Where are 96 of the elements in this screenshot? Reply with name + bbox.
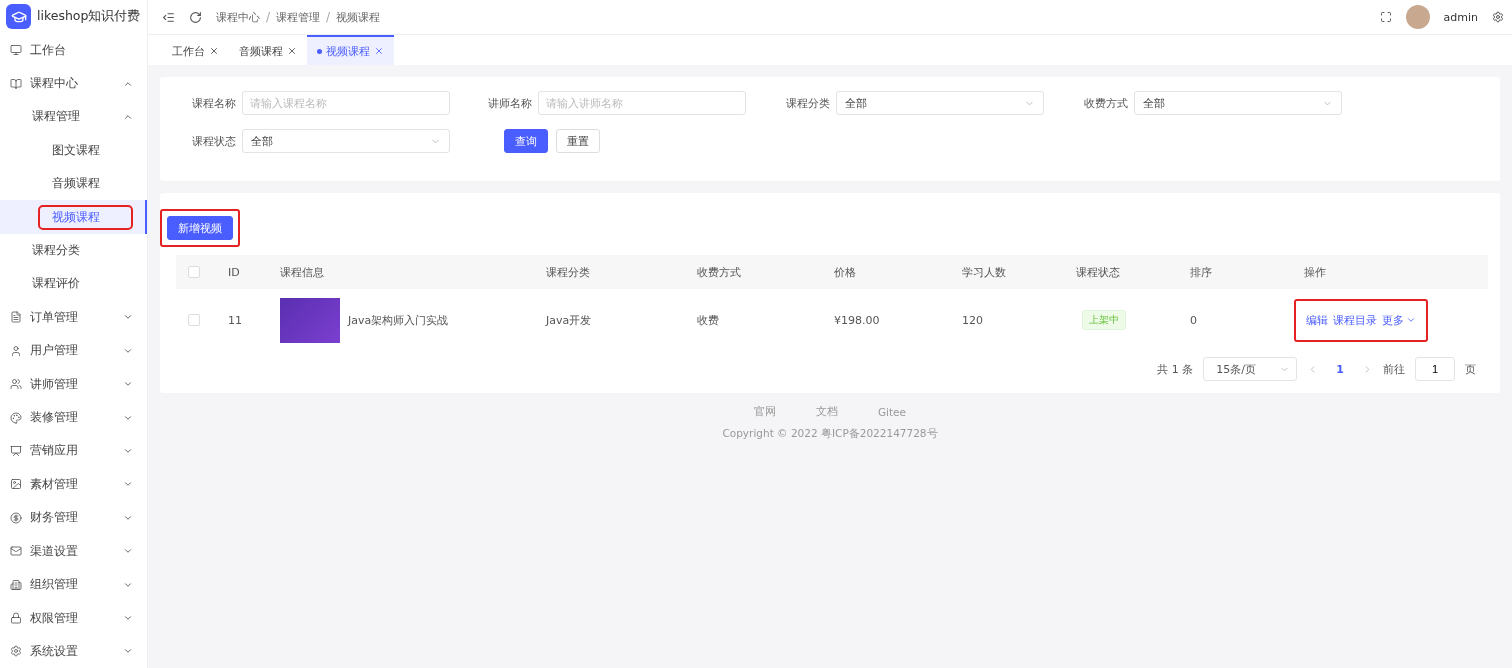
breadcrumb-separator: /	[266, 10, 271, 24]
sidebar-item[interactable]: 课程管理	[0, 100, 147, 134]
tab[interactable]: 音频课程	[229, 35, 307, 65]
page-number[interactable]: 1	[1328, 362, 1352, 376]
page-input[interactable]: 1	[1415, 357, 1455, 381]
fullscreen-icon[interactable]	[1379, 11, 1392, 23]
sidebar-item[interactable]: 用户管理	[0, 334, 147, 368]
close-icon[interactable]	[209, 46, 219, 56]
sidebar-item[interactable]: 课程分类	[0, 233, 147, 268]
field-label: 收费方式	[1084, 95, 1128, 111]
sidebar-item[interactable]: 课程评价	[0, 267, 147, 301]
column-header: 课程状态	[1076, 264, 1121, 280]
copyright-text: Copyright © 2022 粤ICP备2022147728号	[722, 427, 938, 441]
table-cell-text: 0	[1190, 313, 1198, 327]
field-label: 课程分类	[786, 95, 830, 111]
refresh-icon[interactable]	[189, 10, 202, 24]
logo-icon	[6, 4, 31, 30]
sidebar-item[interactable]: 讲师管理	[0, 367, 147, 401]
table-cell: Java架构师入门实战	[348, 312, 449, 328]
dollar-coin-icon	[10, 511, 22, 524]
close-icon[interactable]	[374, 46, 384, 56]
sidebar-item[interactable]: 工作台	[0, 33, 147, 67]
column-header: 价格	[834, 264, 857, 280]
column-header: ID	[228, 265, 241, 279]
chevron-down-icon	[123, 613, 133, 623]
app-name: likeshop知识付费	[37, 8, 141, 26]
field-label: 讲师名称	[488, 95, 532, 111]
building-icon	[10, 578, 22, 591]
monitor-icon	[10, 44, 22, 57]
add-button[interactable]: 新增视频	[167, 216, 233, 240]
sidebar-item[interactable]: 财务管理	[0, 501, 147, 535]
column-header: 课程信息	[280, 264, 325, 280]
chevron-down-icon	[1406, 315, 1416, 325]
column-header: 课程分类	[546, 264, 591, 280]
sidebar-item[interactable]: 视频课程	[0, 200, 147, 234]
checkbox[interactable]	[188, 314, 200, 326]
image-icon	[10, 478, 22, 491]
sidebar-item[interactable]: 音频课程	[0, 167, 147, 201]
tab[interactable]: 视频课程	[307, 35, 394, 65]
search-button[interactable]: 查询	[504, 129, 548, 153]
goto-label: 前往	[1383, 361, 1405, 377]
status-tag: 上架中	[1082, 310, 1126, 330]
field-label: 课程名称	[192, 95, 236, 111]
action-link[interactable]: 更多	[1382, 312, 1416, 328]
close-icon[interactable]	[287, 46, 297, 56]
menu-icon[interactable]	[162, 10, 175, 24]
page-unit: 页	[1465, 361, 1476, 377]
photo-placeholder	[280, 297, 340, 343]
lock-icon	[10, 612, 22, 624]
action-link[interactable]: 编辑	[1306, 312, 1328, 328]
breadcrumb-link[interactable]: 课程中心	[216, 9, 260, 25]
sidebar-item[interactable]: 素材管理	[0, 467, 147, 502]
sidebar-item[interactable]: 订单管理	[0, 300, 147, 335]
breadcrumb-link[interactable]: 视频课程	[336, 9, 381, 25]
book-icon	[10, 77, 22, 90]
page-size-select[interactable]: 15条/页	[1203, 357, 1298, 381]
action-link[interactable]: 课程目录	[1333, 312, 1377, 328]
sidebar-item[interactable]: 权限管理	[0, 601, 147, 635]
checkbox[interactable]	[188, 266, 200, 278]
palette-icon	[10, 411, 22, 424]
input-field[interactable]: 请输入课程名称	[242, 91, 450, 115]
breadcrumb-link[interactable]: 课程管理	[276, 9, 321, 25]
mail-icon	[10, 545, 22, 558]
sidebar-item[interactable]: 装修管理	[0, 400, 147, 435]
chevron-down-icon	[123, 446, 133, 456]
column-header: 排序	[1190, 264, 1213, 280]
reset-button[interactable]: 重置	[556, 129, 600, 153]
table-cell-text: Java开发	[546, 312, 593, 328]
user-name[interactable]: admin	[1443, 10, 1478, 24]
table-cell-text: 收费	[697, 312, 720, 328]
input-field[interactable]: 请输入讲师名称	[538, 91, 746, 115]
document-icon	[10, 311, 22, 324]
select-field[interactable]: 全部	[242, 129, 450, 153]
column-header: 学习人数	[962, 264, 1007, 280]
table-cell-text: 11	[228, 313, 243, 327]
sidebar-item[interactable]: 系统设置	[0, 634, 147, 668]
sidebar-item[interactable]: 图文课程	[0, 133, 147, 168]
users-icon	[10, 378, 22, 391]
settings-icon	[10, 645, 22, 658]
sidebar-item[interactable]: 课程中心	[0, 66, 147, 101]
column-header: 操作	[1304, 264, 1327, 280]
sidebar-item[interactable]: 渠道设置	[0, 534, 147, 568]
column-header: 收费方式	[697, 264, 742, 280]
table-cell-text: ¥198.00	[834, 313, 881, 327]
field-label: 课程状态	[192, 133, 236, 149]
sidebar-item[interactable]: 营销应用	[0, 434, 147, 468]
sidebar-item[interactable]: 组织管理	[0, 567, 147, 602]
select-field[interactable]: 全部	[836, 91, 1044, 115]
presentation-icon	[10, 445, 22, 457]
total-count: 共 1 条	[1157, 361, 1194, 377]
breadcrumb-separator: /	[326, 10, 331, 24]
user-icon	[10, 344, 22, 357]
table-cell-text: 120	[962, 313, 984, 327]
settings-icon[interactable]	[1492, 11, 1504, 23]
tab[interactable]: 工作台	[162, 35, 229, 65]
select-field[interactable]: 全部	[1134, 91, 1342, 115]
